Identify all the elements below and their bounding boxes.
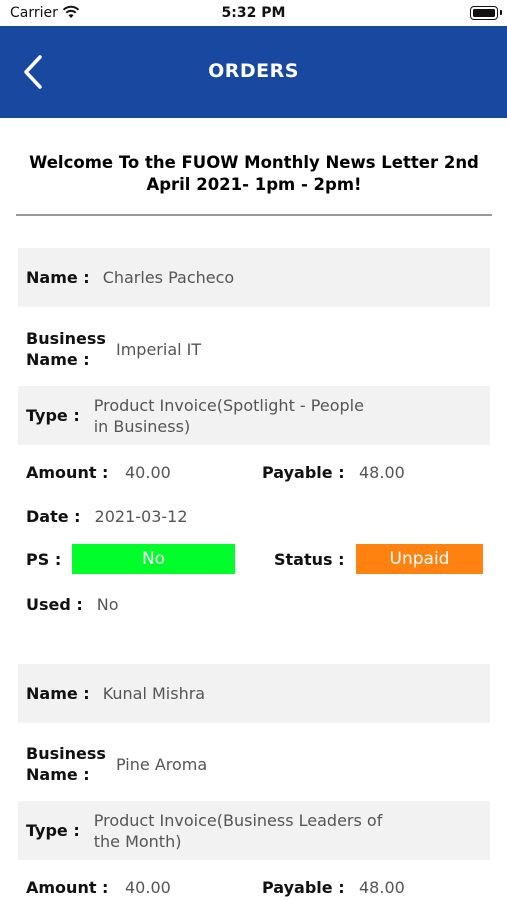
amount-value: 40.00 <box>125 462 171 482</box>
status-bar: Carrier 5:32 PM <box>0 0 507 26</box>
ps-badge: No <box>72 544 235 574</box>
amount-label: Amount : <box>26 462 109 482</box>
date-value: 2021-03-12 <box>94 506 188 526</box>
ps-label: PS : <box>26 549 62 569</box>
customer-name: Kunal Mishra <box>102 684 206 703</box>
amount-value: 40.00 <box>125 877 171 897</box>
business-row: Business Name : Pine Aroma <box>18 735 490 793</box>
newsletter-headline: Welcome To the FUOW Monthly News Letter … <box>29 153 479 194</box>
type-row: Type : Product Invoice(Business Leaders … <box>18 801 490 860</box>
business-name-label: Business Name : <box>26 744 106 784</box>
used-label: Used : <box>26 594 83 614</box>
name-label: Name : <box>26 684 90 703</box>
type-value: Product Invoice(Spotlight - People in Bu… <box>93 395 364 436</box>
type-label: Type : <box>26 406 80 425</box>
date-label: Date : <box>26 506 81 526</box>
ps-status-row: PS : No Status : Unpaid <box>18 544 490 574</box>
business-name-label: Business Name : <box>26 329 106 369</box>
order-card[interactable]: Name : Charles Pacheco Business Name : I… <box>18 248 490 628</box>
type-label: Type : <box>26 821 80 840</box>
battery-icon <box>470 6 502 20</box>
date-row: Date : 2021-03-12 <box>18 503 490 529</box>
status-badge: Unpaid <box>356 544 483 574</box>
order-card[interactable]: Name : Kunal Mishra Business Name : Pine… <box>18 664 490 900</box>
amount-label: Amount : <box>26 877 109 897</box>
used-row: Used : No <box>18 591 490 617</box>
used-value: No <box>96 594 119 614</box>
status-label: Status : <box>274 549 345 569</box>
business-name-value: Pine Aroma <box>116 754 208 774</box>
clock: 5:32 PM <box>221 5 286 21</box>
payable-label: Payable : <box>262 877 345 897</box>
business-name-value: Imperial IT <box>116 339 202 359</box>
page-title: ORDERS <box>208 60 299 82</box>
amount-row: Amount : 40.00 Payable : 48.00 <box>18 874 490 900</box>
name-label: Name : <box>26 268 90 287</box>
navigation-bar: ORDERS <box>0 26 507 118</box>
type-value: Product Invoice(Business Leaders of the … <box>93 810 383 851</box>
payable-label: Payable : <box>262 462 345 482</box>
type-row: Type : Product Invoice(Spotlight - Peopl… <box>18 386 490 445</box>
amount-row: Amount : 40.00 Payable : 48.00 <box>18 459 490 485</box>
name-row: Name : Charles Pacheco <box>18 248 490 307</box>
divider <box>16 214 492 216</box>
business-row: Business Name : Imperial IT <box>18 320 490 378</box>
customer-name: Charles Pacheco <box>102 268 235 287</box>
payable-value: 48.00 <box>359 462 405 482</box>
payable-value: 48.00 <box>359 877 405 897</box>
name-row: Name : Kunal Mishra <box>18 664 490 723</box>
